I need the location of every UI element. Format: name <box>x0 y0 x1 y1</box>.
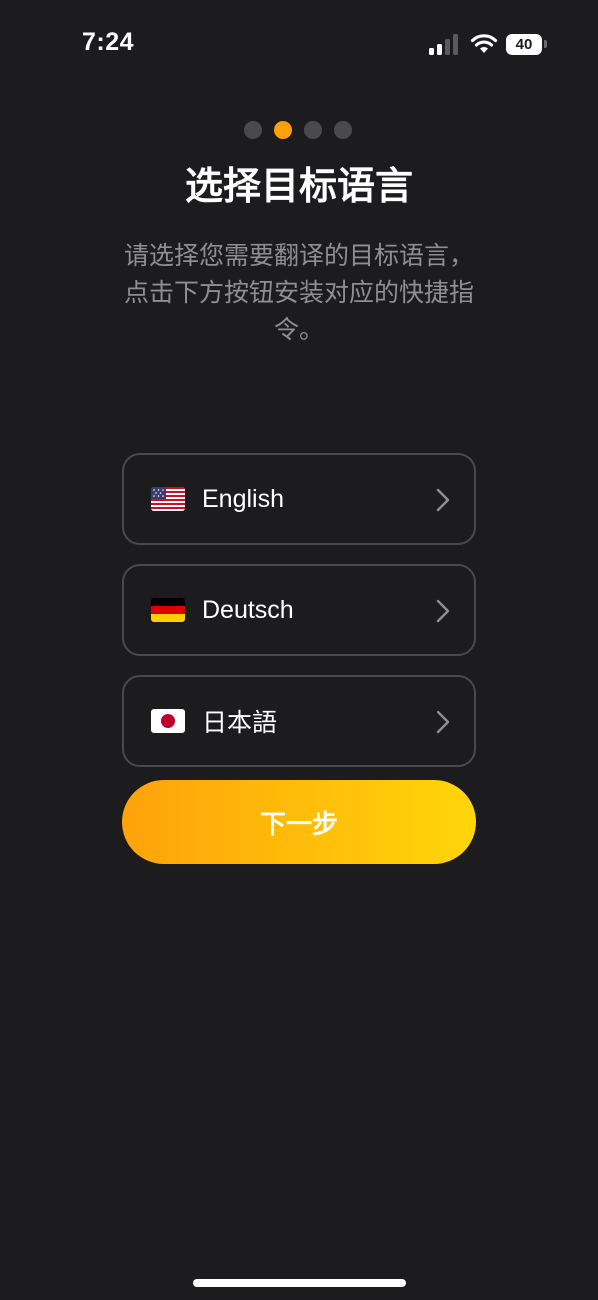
de-flag-icon <box>151 598 185 622</box>
battery-icon: 40 <box>506 34 542 55</box>
language-option-english[interactable]: English <box>122 453 476 545</box>
battery-cap <box>544 40 547 48</box>
language-option-deutsch[interactable]: Deutsch <box>122 564 476 656</box>
battery-level: 40 <box>515 36 533 53</box>
page-title: 选择目标语言 <box>184 164 413 208</box>
language-label: 日本語 <box>202 709 278 737</box>
page-dot <box>244 121 262 139</box>
chevron-right-icon <box>436 488 450 512</box>
status-time: 7:24 <box>82 28 135 56</box>
chevron-right-icon <box>436 710 450 734</box>
page-indicator <box>244 121 352 139</box>
language-label: English <box>202 484 284 513</box>
page-dot <box>304 121 322 139</box>
page-dot <box>334 121 352 139</box>
language-label: Deutsch <box>202 595 294 624</box>
home-indicator[interactable] <box>193 1279 406 1287</box>
next-step-label: 下一步 <box>259 808 338 839</box>
page-subtitle: 请选择您需要翻译的目标语言，点击下方按钮安装对应的快捷指令。 <box>123 241 474 344</box>
next-step-button[interactable]: 下一步 <box>122 780 476 864</box>
signal-icon <box>429 34 458 55</box>
us-flag-icon <box>151 487 185 511</box>
language-selection-screen: 7:24 40 选择目标语言 请选择您需要翻译的目标语言，点击下方按钮安装对应的… <box>0 0 598 1300</box>
chevron-right-icon <box>436 599 450 623</box>
jp-flag-icon <box>151 709 185 733</box>
wifi-icon <box>470 34 498 53</box>
page-dot-active <box>274 121 292 139</box>
language-option-japanese[interactable]: 日本語 <box>122 675 476 767</box>
